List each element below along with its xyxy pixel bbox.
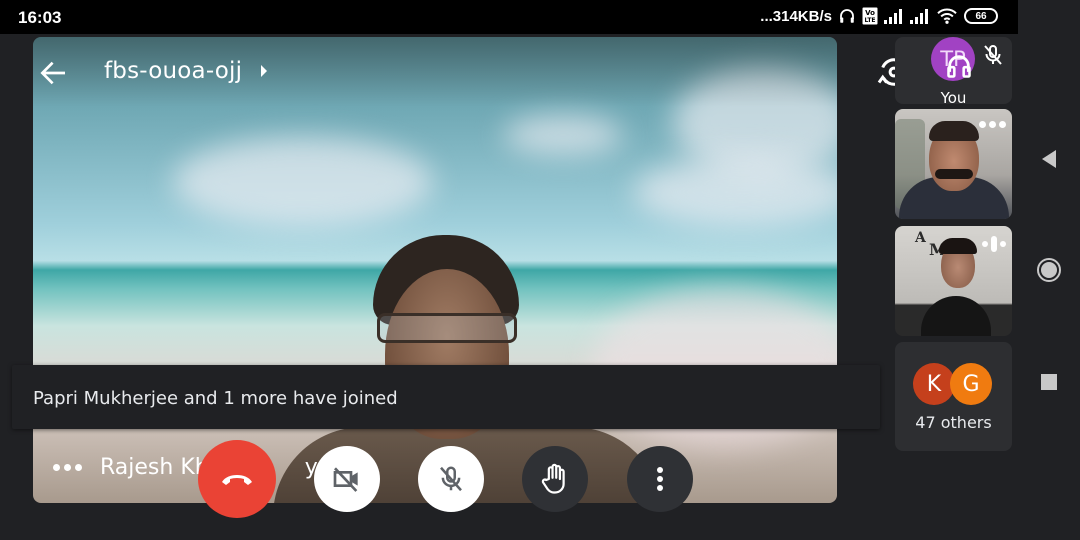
svg-text:LTE: LTE — [864, 17, 875, 24]
others-tile[interactable]: K G 47 others — [895, 342, 1012, 451]
svg-text:Vo: Vo — [865, 9, 875, 17]
background-cloud — [503, 115, 623, 155]
raise-hand-button[interactable] — [522, 446, 588, 512]
self-label: You — [940, 89, 967, 104]
back-button[interactable] — [37, 57, 69, 89]
mic-toggle-button[interactable] — [418, 446, 484, 512]
active-speaker-bar: Rajesh Khyat — [53, 455, 340, 480]
signal-icon — [884, 9, 902, 24]
participant-options-button[interactable] — [979, 121, 1006, 128]
end-call-button[interactable] — [198, 440, 276, 518]
speaker-options-button[interactable] — [53, 464, 82, 471]
toast-message: Papri Mukherjee and 1 more have joined — [33, 388, 398, 409]
phone-hangup-icon — [222, 475, 252, 485]
more-dots-icon — [979, 121, 986, 128]
more-vert-icon — [657, 467, 663, 491]
participant-avatar: K — [913, 363, 955, 405]
wifi-icon — [937, 8, 957, 24]
arrow-back-icon — [40, 61, 65, 85]
participant-avatar: G — [950, 363, 992, 405]
mic-off-icon — [984, 45, 1002, 65]
nav-home-icon — [1037, 258, 1061, 282]
signal-icon — [910, 9, 928, 24]
participant-hair — [939, 238, 977, 254]
nav-home-button[interactable] — [1018, 257, 1080, 283]
background-cloud — [633, 157, 837, 227]
participant-tile[interactable]: A M — [895, 226, 1012, 336]
self-tile[interactable]: TP You — [895, 37, 1012, 104]
speaking-indicator-icon — [982, 236, 1006, 252]
participant-hair — [929, 121, 979, 141]
participant-tile[interactable] — [895, 109, 1012, 219]
camera-toggle-button[interactable] — [314, 446, 380, 512]
nav-recents-icon — [1041, 374, 1057, 390]
wall-logo-text: A — [915, 230, 926, 246]
camera-off-icon — [333, 467, 358, 492]
join-notification-toast: Papri Mukherjee and 1 more have joined — [12, 365, 880, 429]
status-bar: 16:03 ...314KB/s Vo LTE 66 — [0, 0, 1018, 34]
nav-recents-button[interactable] — [1018, 373, 1080, 391]
background-cloud — [173, 137, 433, 227]
more-dots-icon — [53, 464, 60, 471]
system-nav-bar — [1018, 0, 1080, 540]
meeting-details-button[interactable] — [259, 64, 269, 83]
participant-mustache — [935, 169, 973, 179]
meeting-code[interactable]: fbs-ouoa-ojj — [104, 58, 242, 84]
nav-back-icon — [1042, 150, 1056, 168]
network-speed: ...314KB/s — [760, 7, 832, 25]
nav-back-button[interactable] — [1018, 149, 1080, 169]
status-icons: ...314KB/s Vo LTE 66 — [760, 7, 998, 25]
battery-indicator: 66 — [964, 8, 998, 24]
speaker-glasses — [377, 313, 517, 343]
main-video-feed[interactable]: fbs-ouoa-ojj Rajesh Khyat — [33, 37, 837, 503]
mic-off-icon — [440, 466, 462, 492]
participant-body — [921, 296, 991, 336]
volte-icon: VoLTE — [862, 7, 878, 25]
more-options-button[interactable] — [627, 446, 693, 512]
caret-right-icon — [261, 65, 267, 77]
battery-level: 66 — [975, 10, 987, 22]
headphones-icon — [840, 9, 854, 23]
status-time: 16:03 — [18, 8, 62, 27]
headset-icon — [947, 55, 971, 78]
others-count: 47 others — [915, 413, 992, 432]
hand-icon — [541, 463, 565, 494]
